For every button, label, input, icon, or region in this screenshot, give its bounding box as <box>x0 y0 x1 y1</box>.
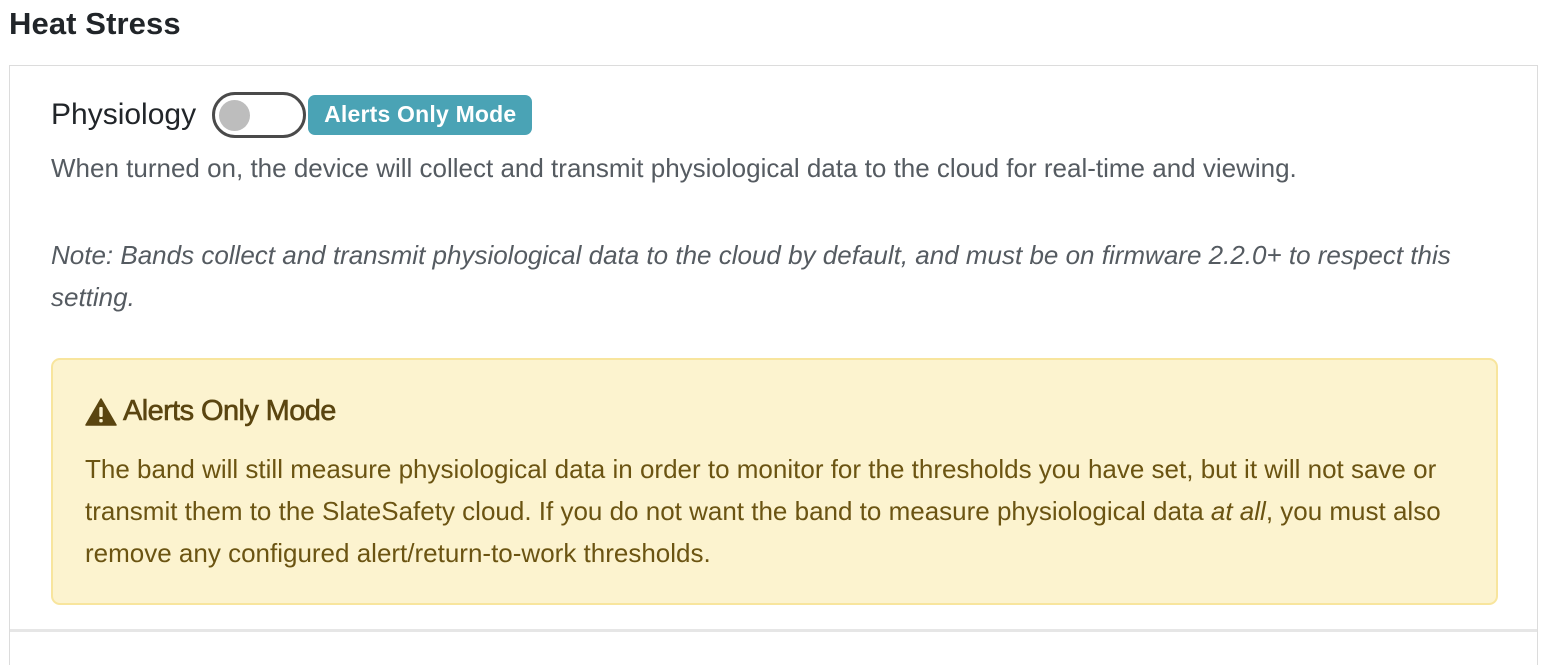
physiology-setting-row: Physiology Alerts Only Mode <box>51 91 533 139</box>
physiology-toggle[interactable] <box>212 92 307 138</box>
warning-triangle-icon <box>85 397 117 426</box>
alerts-only-mode-badge: Alerts Only Mode <box>308 95 533 135</box>
heat-stress-card: Physiology Alerts Only Mode When turned … <box>9 65 1538 665</box>
physiology-label: Physiology <box>51 98 197 131</box>
firmware-note: Note: Bands collect and transmit physiol… <box>51 240 1451 312</box>
alert-heading-text: Alerts Only Mode <box>123 395 337 428</box>
alert-body: The band will still measure physiologica… <box>85 448 1475 574</box>
physiology-description: When turned on, the device will collect … <box>51 153 1297 183</box>
alert-heading: Alerts Only Mode <box>85 395 337 428</box>
alerts-only-mode-alert: Alerts Only Mode The band will still mea… <box>51 358 1498 605</box>
card-divider <box>10 629 1537 632</box>
toggle-knob <box>219 100 251 131</box>
alert-body-emphasis: at all <box>1210 496 1266 526</box>
section-title: Heat Stress <box>9 6 181 41</box>
